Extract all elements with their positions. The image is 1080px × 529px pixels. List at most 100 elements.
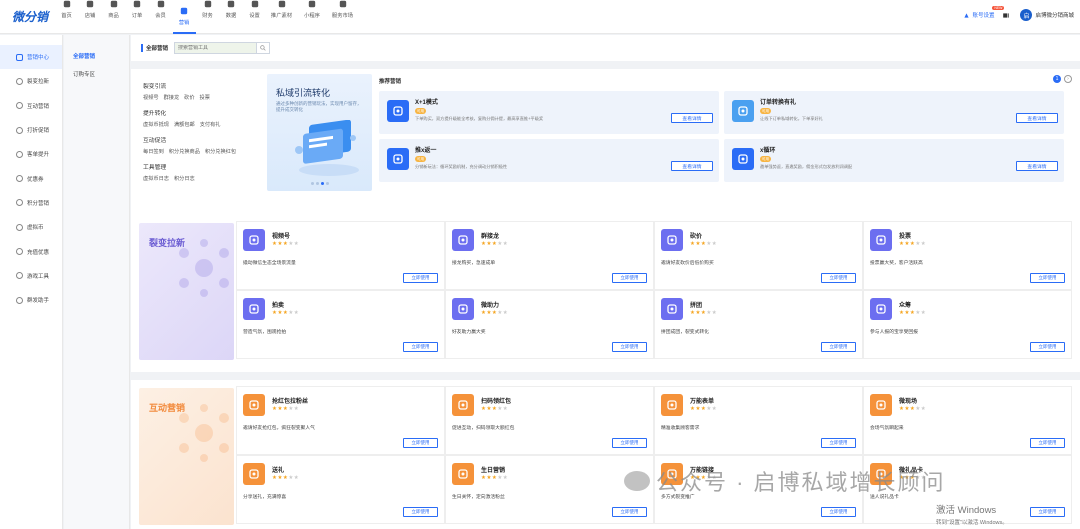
category-link[interactable]: 视频号: [143, 94, 159, 101]
nav-item[interactable]: 服务市场: [328, 0, 358, 34]
sidebar-item[interactable]: 营销中心: [0, 45, 62, 70]
tool-card[interactable]: 抢红包拉粉丝 ★★★★★ 邀请好友抢红包，疯狂裂变聚人气 立即使用: [236, 386, 445, 455]
category-heading: 工具管理: [143, 165, 167, 171]
miniprogram-icon: [308, 0, 316, 8]
view-details-button[interactable]: 查看详情: [1016, 113, 1058, 123]
use-now-button[interactable]: 立即使用: [403, 507, 438, 517]
pager-dot[interactable]: [326, 182, 329, 185]
tool-card[interactable]: 万能链接 ★★★★★ 多方式裂变推广 立即使用: [654, 455, 863, 524]
use-now-button[interactable]: 立即使用: [403, 342, 438, 352]
use-now-button[interactable]: 立即使用: [1030, 507, 1065, 517]
tool-card-desc: 促进互动，扫码领取大额红包: [452, 426, 515, 431]
shop-switcher[interactable]: 启 启博微分销商城: [1020, 9, 1074, 21]
tool-card[interactable]: 扫码领红包 ★★★★★ 促进互动，扫码领取大额红包 立即使用: [445, 386, 654, 455]
tool-card[interactable]: 视频号 ★★★★★ 撬动微信生态全场景流量 立即使用: [236, 221, 445, 290]
use-now-button[interactable]: 立即使用: [1030, 342, 1065, 352]
category-link[interactable]: 积分兑换红包: [205, 148, 236, 155]
category-link[interactable]: 群接龙: [164, 94, 180, 101]
nav-item[interactable]: 订单: [126, 0, 149, 34]
pager-dot[interactable]: [311, 182, 314, 185]
category-link[interactable]: 积分兑换商品: [169, 148, 200, 155]
tool-card[interactable]: 送礼 ★★★★★ 分享送礼，充满惊喜 立即使用: [236, 455, 445, 524]
nav-item[interactable]: 营销: [172, 0, 196, 34]
use-now-button[interactable]: 立即使用: [821, 438, 856, 448]
tool-card[interactable]: 微现场 ★★★★★ 会场气氛瞬起来 立即使用: [863, 386, 1072, 455]
star-rating: ★★★★★: [272, 406, 299, 412]
sidebar-item[interactable]: 虚拟币: [0, 215, 62, 239]
nav-item[interactable]: 数据: [220, 0, 243, 34]
use-now-button[interactable]: 立即使用: [1030, 438, 1065, 448]
settings-icon: [251, 0, 259, 8]
category-heading: 提升转化: [143, 111, 167, 117]
page-indicator[interactable]: 1: [1053, 75, 1061, 83]
recommended-title: 推荐营销: [379, 79, 402, 85]
use-now-button[interactable]: 立即使用: [403, 438, 438, 448]
use-now-button[interactable]: 立即使用: [612, 273, 647, 283]
promo-banner[interactable]: 私域引流转化 通过多种创新的营销玩法，实现用户留存，提升成交转化: [267, 74, 372, 191]
sidebar-item[interactable]: 互动营销: [0, 94, 62, 118]
next-page-icon[interactable]: ›: [1064, 75, 1072, 83]
sidebar-item[interactable]: 游戏工具: [0, 264, 62, 288]
tool-card[interactable]: 拍卖 ★★★★★ 营造气氛，围观抢拍 立即使用: [236, 290, 445, 359]
use-now-button[interactable]: 立即使用: [612, 507, 647, 517]
banner-pager-dots[interactable]: [311, 182, 329, 185]
tool-card[interactable]: 拼团 ★★★★★ 拼团成团，裂变式转化 立即使用: [654, 290, 863, 359]
category-link[interactable]: 虚拟币日志: [143, 175, 169, 182]
category-link[interactable]: 积分日志: [174, 175, 195, 182]
sidebar-item[interactable]: 积分营销: [0, 191, 62, 215]
nav-item[interactable]: 财务: [196, 0, 219, 34]
view-details-button[interactable]: 查看详情: [1016, 161, 1058, 171]
sub-sidebar-item[interactable]: 全部营销: [64, 47, 129, 65]
search-input[interactable]: [175, 45, 257, 51]
tool-card[interactable]: 众筹 ★★★★★ 参与人报的宝享受回报 立即使用: [863, 290, 1072, 359]
gift-card-icon: [870, 463, 892, 485]
nav-item[interactable]: 推广素材: [267, 0, 297, 34]
use-now-button[interactable]: 立即使用: [821, 342, 856, 352]
sub-sidebar-item[interactable]: 订购专区: [64, 65, 129, 83]
category-link[interactable]: 砍价: [184, 94, 194, 101]
sidebar-item[interactable]: 客单提升: [0, 142, 62, 166]
tool-card[interactable]: 投票 ★★★★★ 投票赢大奖，客户活跃高 立即使用: [863, 221, 1072, 290]
category-link[interactable]: 投票: [200, 94, 210, 101]
nav-item[interactable]: 店铺: [79, 0, 102, 34]
account-settings-link[interactable]: 账号设置 NEW: [963, 6, 1005, 19]
search-button[interactable]: [256, 43, 270, 53]
recommended-card[interactable]: 订单转换有礼 可用 让线下订单私域转化，下单享好礼 查看详情: [724, 91, 1064, 134]
category-link[interactable]: 虚拟币抵现: [143, 121, 169, 128]
use-now-button[interactable]: 立即使用: [821, 273, 856, 283]
nav-item[interactable]: 商品: [102, 0, 125, 34]
use-now-button[interactable]: 立即使用: [612, 438, 647, 448]
category-link[interactable]: 每日签到: [143, 148, 164, 155]
nav-item[interactable]: 会员: [149, 0, 172, 34]
nav-item[interactable]: 小程序: [297, 0, 327, 34]
recommended-card[interactable]: 推x返一 可用 分销新玩法：循环奖励机制，充分调动分销积极性 查看详情: [379, 139, 719, 182]
use-now-button[interactable]: 立即使用: [821, 507, 856, 517]
sidebar-item[interactable]: 群发助手: [0, 288, 62, 312]
sidebar-item[interactable]: 打折促销: [0, 118, 62, 142]
nav-item[interactable]: 设置: [243, 0, 266, 34]
app-logo[interactable]: 微分销: [0, 8, 55, 25]
category-link[interactable]: 支付有礼: [200, 121, 221, 128]
nav-item[interactable]: 首页: [55, 0, 78, 34]
sidebar-item[interactable]: 裂变拉新: [0, 69, 62, 93]
notification-icon[interactable]: [1002, 12, 1012, 19]
use-now-button[interactable]: 立即使用: [612, 342, 647, 352]
tool-card[interactable]: 生日营销 ★★★★★ 生日关怀，定向激活粉丝 立即使用: [445, 455, 654, 524]
tool-card[interactable]: 砍价 ★★★★★ 邀请好友砍价后低价购买 立即使用: [654, 221, 863, 290]
recommended-card[interactable]: X+1模式 可用 下单购买，双方提升级能全考核，复购分佣计提，最高享直推+平级奖 查看…: [379, 91, 719, 134]
recommended-card[interactable]: x循环 可用 邀单强势返，直邀奖励，佣金形式包发放利润调配 查看详情: [724, 139, 1064, 182]
tool-card[interactable]: 微礼品卡 ★★★★★ 送人说礼品卡 立即使用: [863, 455, 1072, 524]
sidebar-item[interactable]: 优惠券: [0, 166, 62, 190]
category-link[interactable]: 满额包邮: [174, 121, 195, 128]
tool-card[interactable]: 群接龙 ★★★★★ 接龙购买，急速成单 立即使用: [445, 221, 654, 290]
tool-card[interactable]: 微助力 ★★★★★ 好友助力赢大奖 立即使用: [445, 290, 654, 359]
tab-all-marketing[interactable]: 全部营销: [141, 44, 168, 52]
use-now-button[interactable]: 立即使用: [1030, 273, 1065, 283]
view-details-button[interactable]: 查看详情: [671, 161, 713, 171]
pager-dot[interactable]: [316, 182, 319, 185]
view-details-button[interactable]: 查看详情: [671, 113, 713, 123]
pager-dot-active[interactable]: [321, 182, 324, 185]
use-now-button[interactable]: 立即使用: [403, 273, 438, 283]
tool-card[interactable]: 万能表单 ★★★★★ 精准收集顾客需求 立即使用: [654, 386, 863, 455]
sidebar-item[interactable]: 充值优惠: [0, 239, 62, 263]
